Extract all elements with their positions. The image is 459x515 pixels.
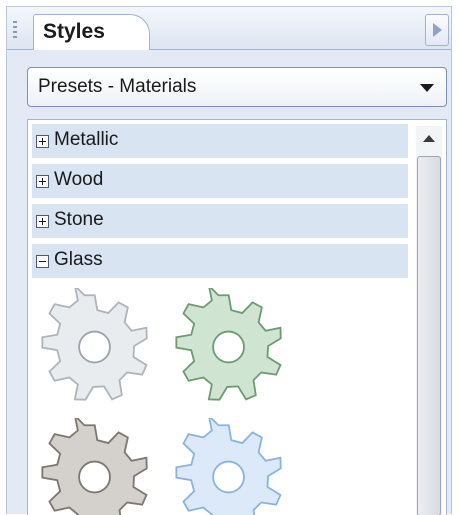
- group-label: Metallic: [54, 129, 119, 150]
- glass-style-swatch[interactable]: [36, 418, 154, 515]
- group-stone[interactable]: Stone: [32, 204, 408, 240]
- collapse-minus-icon[interactable]: [36, 255, 49, 268]
- styles-list: Metallic Wood Stone Glass: [27, 119, 447, 515]
- panel-header: Styles: [7, 7, 451, 50]
- group-label: Stone: [54, 209, 104, 230]
- group-wood[interactable]: Wood: [32, 164, 408, 200]
- panel-overflow-arrow-icon: [433, 23, 442, 37]
- styles-panel: Styles Presets - Materials Metallic Wood…: [6, 6, 452, 515]
- glass-style-swatch[interactable]: [36, 288, 154, 406]
- scroll-up-button[interactable]: [416, 126, 442, 152]
- preset-dropdown-value: Presets - Materials: [38, 76, 197, 97]
- group-label: Wood: [54, 169, 104, 190]
- group-glass[interactable]: Glass: [32, 244, 408, 280]
- dropdown-arrow-icon[interactable]: [420, 84, 434, 92]
- group-label: Glass: [54, 249, 103, 270]
- group-metallic[interactable]: Metallic: [32, 124, 408, 160]
- glass-style-swatch[interactable]: [170, 288, 288, 406]
- expand-plus-icon[interactable]: [36, 135, 49, 148]
- tab-styles-label: Styles: [43, 20, 105, 43]
- panel-overflow-button[interactable]: [425, 14, 449, 46]
- scroll-up-arrow-icon: [423, 135, 435, 142]
- drag-grip-icon[interactable]: [13, 21, 17, 39]
- tab-styles[interactable]: Styles: [33, 14, 150, 50]
- preset-dropdown[interactable]: Presets - Materials: [27, 67, 447, 107]
- expand-plus-icon[interactable]: [36, 175, 49, 188]
- glass-style-swatch[interactable]: [170, 418, 288, 515]
- vertical-scrollbar[interactable]: [416, 126, 442, 515]
- scroll-thumb[interactable]: [417, 156, 441, 515]
- expand-plus-icon[interactable]: [36, 215, 49, 228]
